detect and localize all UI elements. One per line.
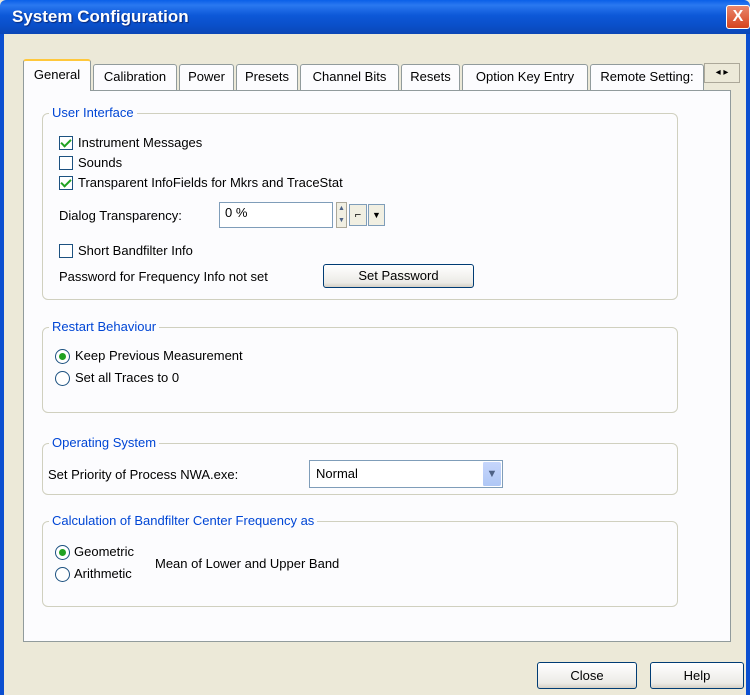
label-short-bandfilter: Short Bandfilter Info bbox=[78, 243, 193, 258]
transparency-spin-arrows-icon[interactable]: ▲ ▼ bbox=[336, 202, 347, 228]
window-frame-left bbox=[0, 34, 4, 695]
close-button[interactable]: Close bbox=[537, 662, 637, 689]
label-priority: Set Priority of Process NWA.exe: bbox=[48, 467, 239, 482]
checkbox-sounds[interactable] bbox=[59, 156, 73, 170]
label-instrument-messages: Instrument Messages bbox=[78, 135, 203, 150]
checkbox-short-bandfilter[interactable] bbox=[59, 244, 73, 258]
label-dialog-transparency: Dialog Transparency: bbox=[59, 208, 182, 223]
priority-select-value: Normal bbox=[316, 466, 358, 481]
label-mean: Mean of Lower and Upper Band bbox=[155, 556, 340, 571]
group-title-operating-system: Operating System bbox=[49, 435, 160, 450]
label-transparent-infofields: Transparent InfoFields for Mkrs and Trac… bbox=[78, 175, 343, 190]
radio-geometric[interactable] bbox=[55, 545, 70, 560]
tab-resets[interactable]: Resets bbox=[401, 64, 460, 90]
tab-scroll-arrows[interactable]: ◂ ▸ bbox=[704, 63, 740, 83]
group-title-restart-behaviour: Restart Behaviour bbox=[49, 319, 160, 334]
priority-select[interactable]: Normal ▼ bbox=[309, 460, 503, 488]
radio-set-all-traces[interactable] bbox=[55, 371, 70, 386]
step-icon[interactable]: ⌐ bbox=[349, 204, 367, 226]
tab-general[interactable]: General bbox=[23, 59, 91, 91]
label-set-all-traces: Set all Traces to 0 bbox=[75, 370, 180, 385]
label-geometric: Geometric bbox=[74, 544, 134, 559]
radio-arithmetic[interactable] bbox=[55, 567, 70, 582]
transparency-dropdown-arrow-icon[interactable]: ▼ bbox=[368, 204, 385, 226]
radio-keep-previous[interactable] bbox=[55, 349, 70, 364]
checkbox-instrument-messages[interactable] bbox=[59, 136, 73, 150]
group-title-calculation: Calculation of Bandfilter Center Frequen… bbox=[49, 513, 318, 528]
window-title: System Configuration bbox=[12, 7, 189, 26]
group-calculation: Calculation of Bandfilter Center Frequen… bbox=[42, 513, 678, 607]
set-password-button[interactable]: Set Password bbox=[323, 264, 474, 288]
chevron-down-icon[interactable]: ▼ bbox=[482, 462, 501, 486]
tab-presets[interactable]: Presets bbox=[236, 64, 298, 90]
label-password-status: Password for Frequency Info not set bbox=[59, 269, 268, 284]
close-icon[interactable]: X bbox=[726, 5, 750, 29]
tab-option-key-entry[interactable]: Option Key Entry bbox=[462, 64, 588, 90]
label-arithmetic: Arithmetic bbox=[74, 566, 132, 581]
tab-channel-bits[interactable]: Channel Bits bbox=[300, 64, 399, 90]
group-operating-system: Operating System Set Priority of Process… bbox=[42, 435, 678, 495]
group-title-user-interface: User Interface bbox=[49, 105, 137, 120]
help-button[interactable]: Help bbox=[650, 662, 744, 689]
tab-remote-settings[interactable]: Remote Setting: bbox=[590, 64, 704, 90]
title-bar: System Configuration X bbox=[0, 0, 750, 34]
window-frame-right bbox=[746, 34, 750, 695]
group-restart-behaviour: Restart Behaviour Keep Previous Measurem… bbox=[42, 319, 678, 413]
checkbox-transparent-infofields[interactable] bbox=[59, 176, 73, 190]
dialog-transparency-input[interactable]: 0 % bbox=[219, 202, 333, 228]
group-user-interface: User Interface Instrument Messages Sound… bbox=[42, 105, 678, 300]
label-sounds: Sounds bbox=[78, 155, 123, 170]
tab-calibration[interactable]: Calibration bbox=[93, 64, 177, 90]
tab-power[interactable]: Power bbox=[179, 64, 234, 90]
tab-panel-general: User Interface Instrument Messages Sound… bbox=[23, 90, 731, 642]
label-keep-previous: Keep Previous Measurement bbox=[75, 348, 243, 363]
